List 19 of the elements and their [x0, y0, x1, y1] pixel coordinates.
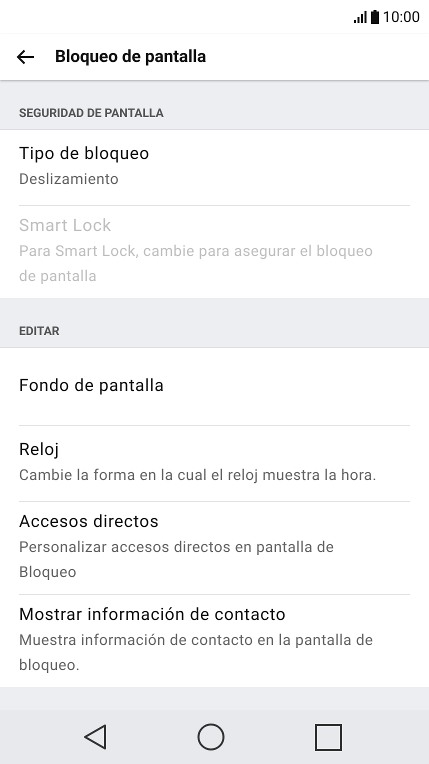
signal-icon — [354, 11, 367, 23]
item-title[interactable]: Accesos directos — [19, 510, 410, 535]
item-title[interactable]: Mostrar información de contacto — [19, 603, 410, 628]
screen-title: Bloqueo de pantalla — [55, 47, 206, 67]
item-summary: Personalizar accesos directos en pantalla de Bloqueo — [19, 537, 336, 583]
recents-button[interactable] — [315, 724, 342, 750]
item-title[interactable]: Fondo de pantalla — [19, 374, 410, 398]
home-button[interactable] — [197, 723, 225, 751]
item-title: Smart Lock — [19, 215, 113, 238]
battery-icon — [370, 10, 379, 24]
clock: 10:00 — [382, 8, 420, 26]
item-summary: Deslizamiento — [19, 169, 120, 190]
item-summary: Muestra información de contacto en la pantalla de bloqueo. — [19, 630, 374, 676]
back-button[interactable] — [83, 724, 107, 750]
back-button[interactable] — [16, 49, 35, 65]
item-title[interactable]: Reloj — [19, 438, 410, 463]
item-title[interactable]: Tipo de bloqueo — [19, 142, 410, 167]
item-summary: Cambie la forma en la cual el reloj muestra la hora. — [19, 465, 378, 486]
item-summary: Para Smart Lock, cambie para asegurar el bloqueo de pantalla — [19, 241, 374, 287]
